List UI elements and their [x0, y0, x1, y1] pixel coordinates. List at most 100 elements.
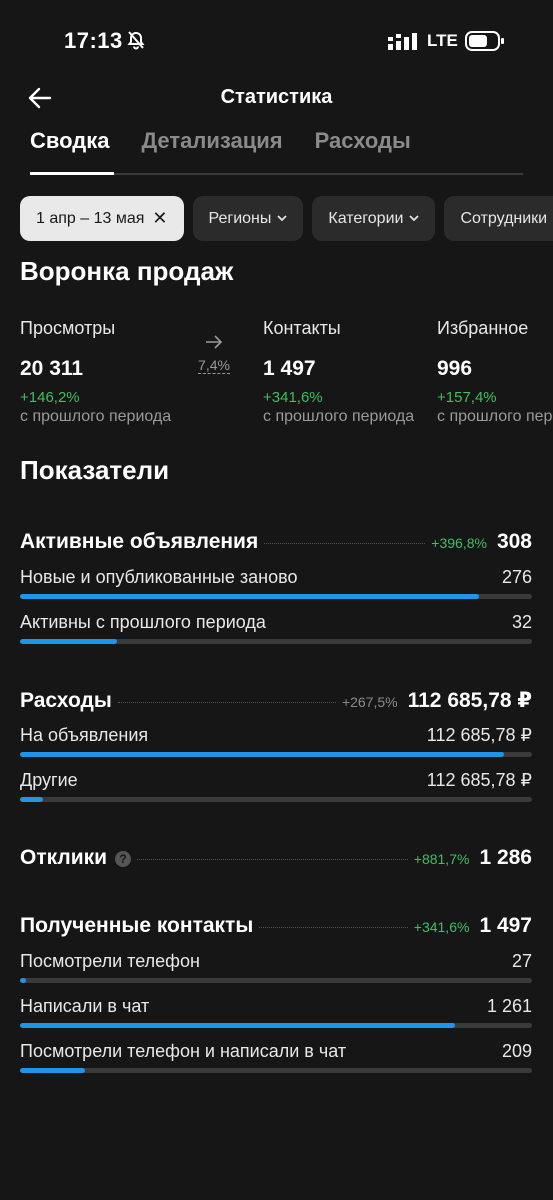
categories-chip[interactable]: Категории	[312, 196, 436, 241]
funnel-sub: с прошлого периода	[437, 408, 553, 425]
sub-metric-row: Посмотрели телефон и написали в чат 209	[20, 1041, 532, 1062]
metrics-title: Показатели	[20, 455, 170, 485]
metric-value: 308	[496, 530, 532, 553]
funnel-delta: +157,4%	[437, 389, 497, 406]
sub-metric-row: Написали в чат 1 261	[20, 996, 532, 1017]
date-range-chip[interactable]: 1 апр – 13 мая ✕	[20, 196, 184, 241]
leader-dots	[264, 543, 426, 544]
metric-value: 1 286	[479, 846, 532, 869]
leader-dots	[137, 859, 408, 860]
tab-details[interactable]: Детализация	[141, 128, 282, 174]
sub-metric-value: 112 685,78 ₽	[426, 770, 532, 790]
chevron-down-icon	[277, 215, 288, 222]
sub-metric-row: Новые и опубликованные заново 276	[20, 567, 532, 588]
progress-bar	[20, 1023, 532, 1028]
arrow-right-icon	[206, 335, 223, 349]
progress-bar	[20, 797, 532, 802]
signal-icon	[388, 33, 417, 50]
status-bar: 17:13 LTE	[0, 0, 553, 80]
status-time: 17:13	[64, 28, 123, 53]
progress-fill	[20, 594, 479, 599]
sub-metric-label: Активны с прошлого периода	[20, 612, 266, 632]
help-icon[interactable]: ?	[115, 851, 132, 867]
battery-icon	[465, 31, 504, 51]
conversion-value[interactable]: 7,4%	[198, 357, 230, 374]
metric-title: Расходы	[20, 689, 112, 712]
staff-label: Сотрудники	[460, 209, 548, 227]
bell-off-icon	[127, 31, 145, 50]
chevron-down-icon	[409, 215, 420, 222]
funnel-value: 20 311	[20, 357, 84, 380]
funnel-delta: +146,2%	[20, 389, 80, 406]
metric-value: 112 685,78 ₽	[407, 689, 532, 712]
progress-fill	[20, 978, 27, 983]
metric-title: Активные объявления	[20, 530, 259, 553]
progress-fill	[20, 752, 504, 757]
regions-label: Регионы	[208, 209, 272, 227]
metric-value: 1 497	[479, 914, 532, 937]
progress-fill	[20, 1023, 456, 1028]
sub-metric-value: 1 261	[486, 996, 532, 1016]
sub-metric-label: Посмотрели телефон и написали в чат	[20, 1041, 347, 1061]
metric-delta: +267,5%	[341, 694, 398, 710]
tab-expenses[interactable]: Расходы	[315, 128, 411, 174]
metric-title: Отклики	[20, 846, 108, 869]
responses-header[interactable]: Отклики ? +881,7% 1 286	[20, 846, 532, 870]
funnel-value: 1 497	[263, 357, 316, 380]
contacts-header[interactable]: Полученные контакты +341,6% 1 497	[20, 914, 532, 938]
metric-delta: +341,6%	[413, 919, 470, 935]
sub-metric-value: 27	[511, 951, 532, 971]
progress-bar	[20, 752, 532, 757]
active-ads-header[interactable]: Активные объявления +396,8% 308	[20, 530, 532, 554]
leader-dots	[259, 927, 408, 928]
progress-fill	[20, 797, 44, 802]
tab-bar: Сводка Детализация Расходы	[30, 128, 443, 174]
page-title: Статистика	[220, 86, 333, 108]
sub-metric-value: 112 685,78 ₽	[426, 725, 532, 745]
sub-metric-label: На объявления	[20, 725, 149, 745]
funnel-value: 996	[437, 357, 473, 380]
network-type: LTE	[427, 31, 458, 50]
funnel-contacts: Контакты 1 497 +341,6% с прошлого период…	[263, 318, 414, 426]
sub-metric-row: Посмотрели телефон 27	[20, 951, 532, 972]
progress-bar	[20, 639, 532, 644]
sub-metric-label: Написали в чат	[20, 996, 150, 1016]
filter-chips: 1 апр – 13 мая ✕ Регионы Категории Сотру…	[20, 196, 553, 242]
sub-metric-row: Другие 112 685,78 ₽	[20, 770, 532, 791]
metric-delta: +881,7%	[413, 851, 470, 867]
staff-chip[interactable]: Сотрудники	[444, 196, 553, 241]
metric-title: Полученные контакты	[20, 914, 254, 937]
funnel-title: Воронка продаж	[20, 256, 234, 286]
close-icon[interactable]: ✕	[152, 208, 167, 229]
funnel-delta: +341,6%	[263, 389, 323, 406]
funnel-sub: с прошлого периода	[263, 408, 415, 425]
sub-metric-label: Новые и опубликованные заново	[20, 567, 298, 587]
active-tab-indicator	[30, 172, 114, 175]
expenses-header[interactable]: Расходы +267,5% 112 685,78 ₽	[20, 688, 532, 713]
sub-metric-value: 276	[501, 567, 532, 587]
date-range-label: 1 апр – 13 мая	[36, 209, 145, 227]
funnel-sub: с прошлого периода	[20, 408, 172, 425]
sub-metric-label: Другие	[20, 770, 78, 790]
funnel-label: Контакты	[263, 318, 341, 338]
funnel-label: Избранное	[437, 318, 529, 338]
sub-metric-value: 209	[501, 1041, 532, 1061]
progress-bar	[20, 1068, 532, 1073]
metric-delta: +396,8%	[431, 535, 487, 551]
funnel-label: Просмотры	[20, 318, 116, 338]
progress-fill	[20, 639, 118, 644]
funnel-favorites: Избранное 996 +157,4% с прошлого периода	[437, 318, 553, 426]
tab-summary[interactable]: Сводка	[30, 128, 109, 174]
progress-fill	[20, 1068, 86, 1073]
leader-dots	[117, 702, 336, 703]
progress-bar	[20, 978, 532, 983]
conversion-rate: 7,4%	[194, 334, 234, 375]
progress-bar	[20, 594, 532, 599]
sub-metric-row: На объявления 112 685,78 ₽	[20, 725, 532, 746]
sub-metric-value: 32	[511, 612, 532, 632]
sub-metric-row: Активны с прошлого периода 32	[20, 612, 532, 633]
categories-label: Категории	[328, 209, 404, 227]
sub-metric-label: Посмотрели телефон	[20, 951, 200, 971]
regions-chip[interactable]: Регионы	[192, 196, 304, 241]
funnel-views: Просмотры 20 311 +146,2% с прошлого пери…	[20, 318, 171, 426]
